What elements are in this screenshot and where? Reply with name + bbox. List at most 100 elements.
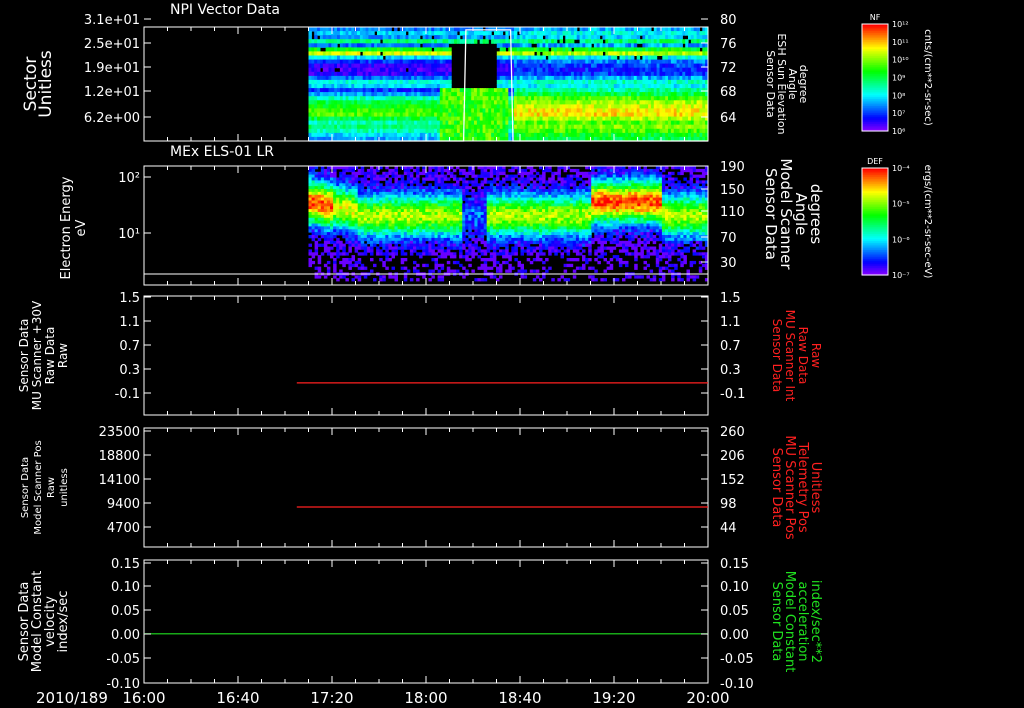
colorbar-1-tick: 10⁻⁶ — [892, 235, 910, 244]
panel-2-ytick-label: 0.7 — [119, 339, 140, 354]
colorbar-0-label: NF — [870, 13, 881, 22]
time-tick-label: 16:00 — [122, 689, 165, 707]
colorbar-0-tick: 10⁸ — [892, 91, 905, 100]
panel-3-ytick-label: 18800 — [99, 449, 140, 464]
panel-4-y2tick-label: 0.15 — [720, 557, 749, 572]
panel-3-ytick-label: 4700 — [107, 521, 140, 536]
colorbar-0-tick: 10⁷ — [892, 109, 905, 118]
panel-4-y2tick-label: 0.00 — [720, 628, 749, 643]
panel-0-ytick-label: 3.1e+01 — [84, 13, 140, 28]
panel-4-ytick-label: -0.05 — [106, 652, 140, 667]
panel-1-ylabel: eV — [74, 219, 89, 236]
panel-2-ylabel: Raw — [56, 343, 70, 368]
panel-4-ylabel: index/sec — [56, 591, 71, 653]
panel-1-y2tick-label: 190 — [720, 160, 745, 175]
panel-4-y2tick-label: 0.10 — [720, 580, 749, 595]
panel-3-y2tick-label: 98 — [720, 497, 737, 512]
date-label: 2010/189 — [36, 689, 108, 707]
panel-1-ytick-label: 10¹ — [118, 227, 140, 242]
panel-2-frame — [143, 295, 709, 416]
panel-1-y2tick-label: 30 — [720, 256, 737, 271]
chart-svg: 3.1e+01 2.5e+01 1.9e+01 1.2e+01 6.2e+00 80 76 7… — [17, 2, 933, 707]
npi-heatmap — [308, 27, 709, 142]
colorbar-0-tick: 10¹⁰ — [892, 56, 909, 65]
panel-2-ylabel: MU Scanner +30V — [30, 300, 44, 410]
panel-4-ytick-label: 0.15 — [111, 557, 140, 572]
panel-2-y2tick-label: 0.7 — [720, 339, 741, 354]
panel-1-y2label: degrees — [807, 184, 825, 245]
panel-1-y2tick-label: 110 — [720, 205, 745, 220]
colorbar-0-tick: 10⁶ — [892, 127, 905, 136]
panel-1-y2tick-label: 150 — [720, 183, 745, 198]
panel-0-ytick-label: 1.2e+01 — [84, 85, 140, 100]
colorbar-0-tick: 10¹² — [892, 20, 909, 29]
panel-3-y2label: Unitless — [808, 462, 823, 514]
els-heatmap — [308, 166, 709, 282]
colorbar-1 — [862, 168, 888, 276]
panel-3-frame — [143, 427, 709, 548]
panel-0-ytick-label: 1.9e+01 — [84, 61, 140, 76]
panel-4-y2label: Model Constant — [782, 571, 797, 673]
panel-0-y2tick-label: 68 — [720, 85, 737, 100]
panel-2-ytick-label: -0.1 — [115, 387, 140, 402]
panel-1-ylabel: Electron Energy — [59, 176, 74, 279]
panel-2-y2label: Raw Data — [796, 327, 810, 385]
time-tick-label: 18:40 — [498, 689, 541, 707]
panel-3-y2tick-label: 206 — [720, 449, 745, 464]
panel-0-y2label: degree — [797, 65, 810, 104]
time-tick-label: 17:20 — [310, 689, 353, 707]
panel-4-frame — [143, 559, 709, 684]
panel-1-title: MEx ELS-01 LR — [170, 144, 274, 160]
panel-3-y2tick-label: 152 — [720, 473, 745, 488]
panel-0-y2tick-label: 76 — [720, 37, 737, 52]
panel-2-y2label: Raw — [809, 343, 823, 368]
panel-4-ytick-label: 0.05 — [111, 604, 140, 619]
panel-4-y2tick-label: -0.05 — [720, 652, 754, 667]
panel-2-y2tick-label: -0.1 — [720, 387, 745, 402]
panel-2-y2tick-label: 1.1 — [720, 315, 741, 330]
panel-4-y2label: Sensor Data — [769, 582, 784, 662]
panel-1-y2tick-label: 70 — [720, 231, 737, 246]
panel-2-y2label: Sensor Data — [770, 319, 784, 393]
panel-3-y2label: MU Scanner Pos — [782, 435, 797, 540]
panel-2-ytick-label: 1.1 — [119, 315, 140, 330]
panel-2-y2label: MU Scanner Int — [783, 310, 797, 402]
panel-3-ytick-label: 9400 — [107, 497, 140, 512]
panel-3-y2label: Sensor Data — [769, 448, 784, 528]
panel-0-y2tick-label: 72 — [720, 61, 737, 76]
colorbar-1-tick: 10⁻⁷ — [892, 271, 910, 280]
panel-1-ytick-label: 10² — [118, 171, 140, 186]
panel-4-ytick-label: 0.00 — [111, 628, 140, 643]
panel-3-ytick-label: 23500 — [99, 425, 140, 440]
panel-2-ylabel: Sensor Data — [17, 319, 31, 393]
panel-3-ytick-label: 14100 — [99, 473, 140, 488]
panel-4-y2label: acceleration — [795, 581, 810, 661]
panel-3-ylabel: Model Scanner Pos — [33, 440, 44, 534]
colorbar-0-tick: 10¹¹ — [892, 38, 909, 47]
panel-0-y2tick-label: 80 — [720, 13, 737, 28]
time-tick-label: 18:00 — [404, 689, 447, 707]
colorbar-0-tick: 10⁹ — [892, 74, 905, 83]
time-tick-label: 16:40 — [216, 689, 259, 707]
panel-3-y2label: Telemetry Pos — [795, 441, 810, 533]
time-tick-label: 19:20 — [592, 689, 635, 707]
colorbar-1-label: DEF — [867, 157, 883, 166]
panel-0-ytick-label: 6.2e+00 — [84, 111, 140, 126]
panel-4-ytick-label: 0.10 — [111, 580, 140, 595]
panel-4-y2label: index/sec**2 — [808, 580, 823, 663]
panel-3-y2tick-label: 44 — [720, 521, 737, 536]
panel-3-ylabel: Sensor Data — [20, 457, 31, 518]
colorbar-1-tick: 10⁻⁴ — [892, 164, 910, 173]
panel-0-ytick-label: 2.5e+01 — [84, 37, 140, 52]
panel-2-y2tick-label: 1.5 — [720, 291, 741, 306]
panel-0-y2tick-label: 64 — [720, 111, 737, 126]
panel-0-ylabel: Unitless — [36, 50, 56, 118]
colorbar-0 — [862, 24, 888, 132]
panel-2-y2tick-label: 0.3 — [720, 363, 741, 378]
colorbar-1-tick: 10⁻⁵ — [892, 200, 910, 209]
panel-2-ytick-label: 1.5 — [119, 291, 140, 306]
panel-2-ytick-label: 0.3 — [119, 363, 140, 378]
panel-3-ylabel: Raw — [46, 477, 57, 498]
colorbar-1-unit: ergs/(cm**2-sr-sec-eV) — [922, 165, 933, 279]
panel-0-title: NPI Vector Data — [170, 2, 280, 18]
